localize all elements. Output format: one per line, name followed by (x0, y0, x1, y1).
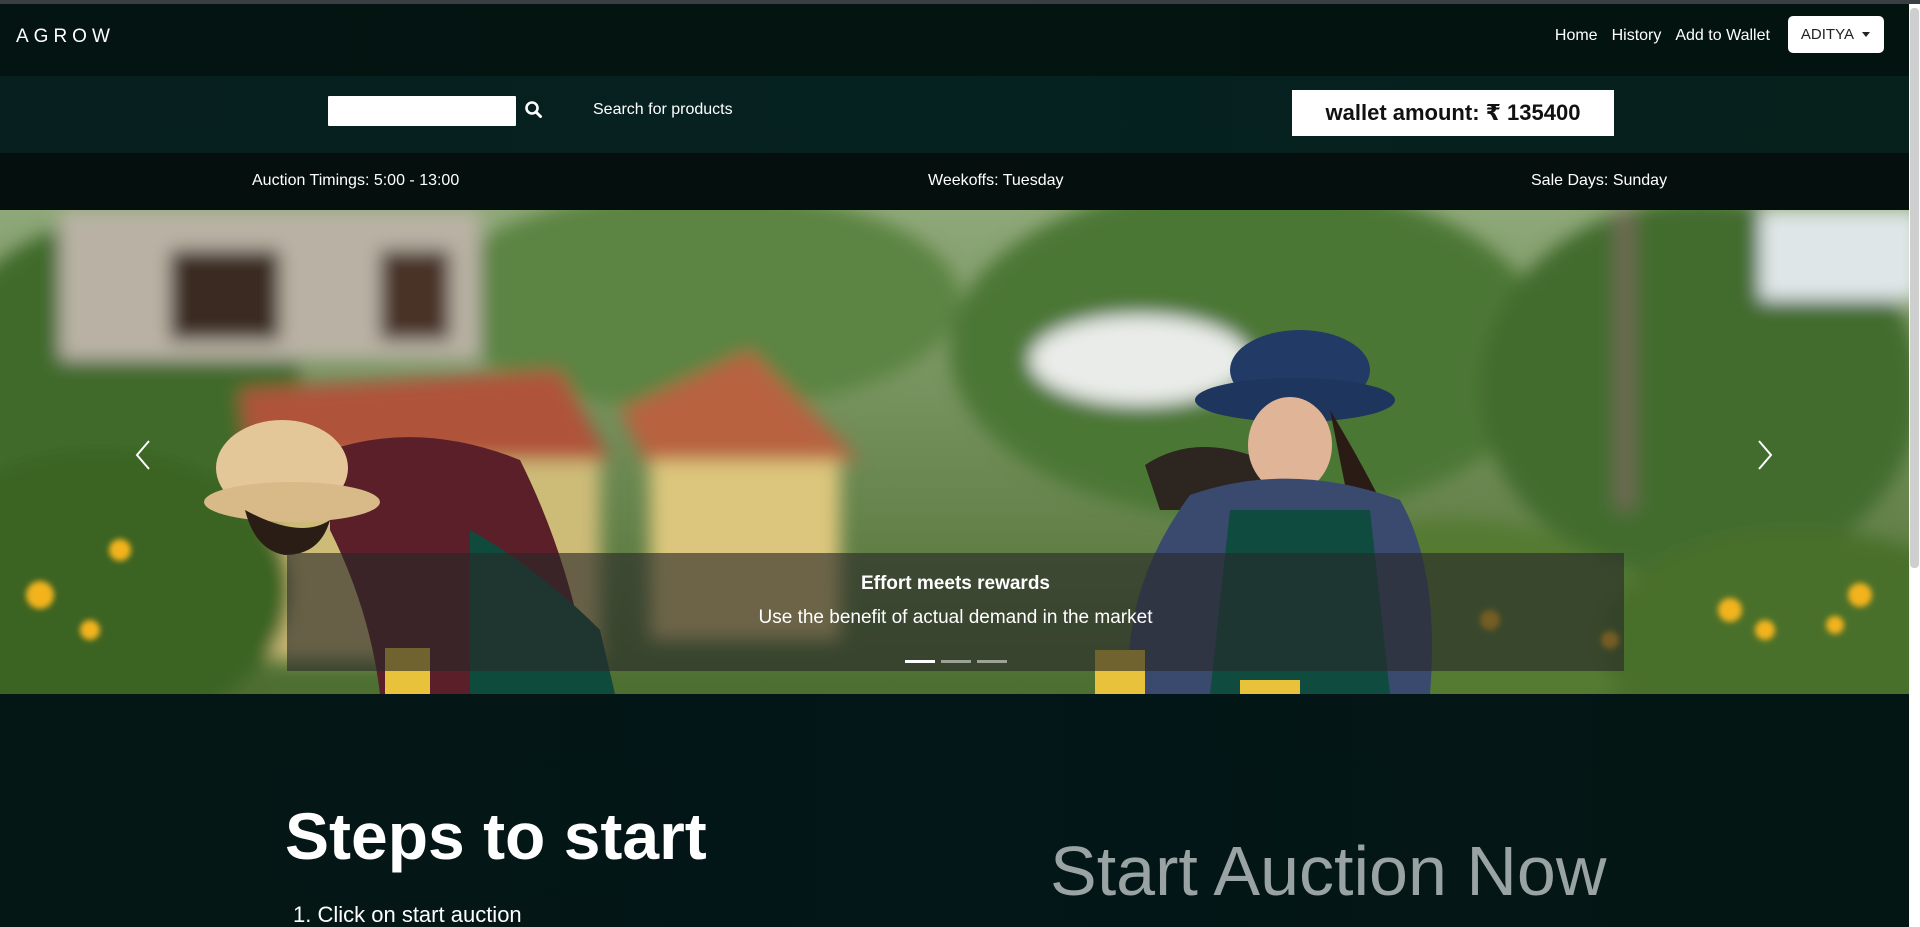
steps-section: Steps to start 1. Click on start auction… (0, 694, 1909, 927)
carousel-next-icon[interactable] (1753, 435, 1777, 475)
vertical-scrollbar[interactable] (1909, 4, 1920, 927)
scrollbar-thumb[interactable] (1910, 8, 1919, 568)
nav-link-home[interactable]: Home (1555, 25, 1598, 45)
nav-link-history[interactable]: History (1612, 25, 1662, 45)
search-input[interactable] (328, 96, 516, 126)
weekoffs: Weekoffs: Tuesday (928, 172, 1064, 189)
caption-title: Effort meets rewards (860, 573, 1050, 594)
carousel-indicator-3[interactable] (976, 660, 1007, 663)
carousel-indicator-2[interactable] (940, 660, 971, 663)
user-name: ADITYA (1800, 26, 1854, 43)
carousel-caption: Effort meets rewards Use the benefit of … (287, 553, 1624, 671)
page: AGROW Home History Add to Wallet ADITYA … (0, 4, 1909, 927)
nav-link-add-to-wallet[interactable]: Add to Wallet (1675, 25, 1770, 45)
sale-days: Sale Days: Sunday (1531, 172, 1668, 189)
search-label: Search for products (593, 101, 733, 118)
steps-title: Steps to start (285, 799, 707, 873)
step-item: 1. Click on start auction (293, 902, 522, 927)
caption-text: Use the benefit of actual demand in the … (758, 607, 1153, 628)
wallet-amount: wallet amount: ₹ 135400 (1292, 90, 1614, 136)
auction-timings: Auction Timings: 5:00 - 13:00 (252, 172, 460, 189)
hero-carousel[interactable]: Effort meets rewards Use the benefit of … (0, 210, 1909, 694)
navbar: AGROW Home History Add to Wallet ADITYA (0, 4, 1909, 76)
info-bar: Auction Timings: 5:00 - 13:00 Weekoffs: … (0, 153, 1909, 210)
carousel-indicator-1[interactable] (904, 660, 935, 663)
carousel-indicators (287, 660, 1624, 663)
start-auction-link[interactable]: Start Auction Now (1050, 831, 1606, 911)
carousel-prev-icon[interactable] (131, 435, 155, 475)
search-icon[interactable] (524, 98, 544, 122)
user-dropdown-button[interactable]: ADITYA (1787, 16, 1884, 53)
brand-logo[interactable]: AGROW (16, 26, 115, 48)
search-bar: Search for products wallet amount: ₹ 135… (0, 76, 1909, 153)
caret-down-icon (1862, 32, 1870, 37)
nav-links: Home History Add to Wallet ADITYA (1555, 16, 1884, 53)
